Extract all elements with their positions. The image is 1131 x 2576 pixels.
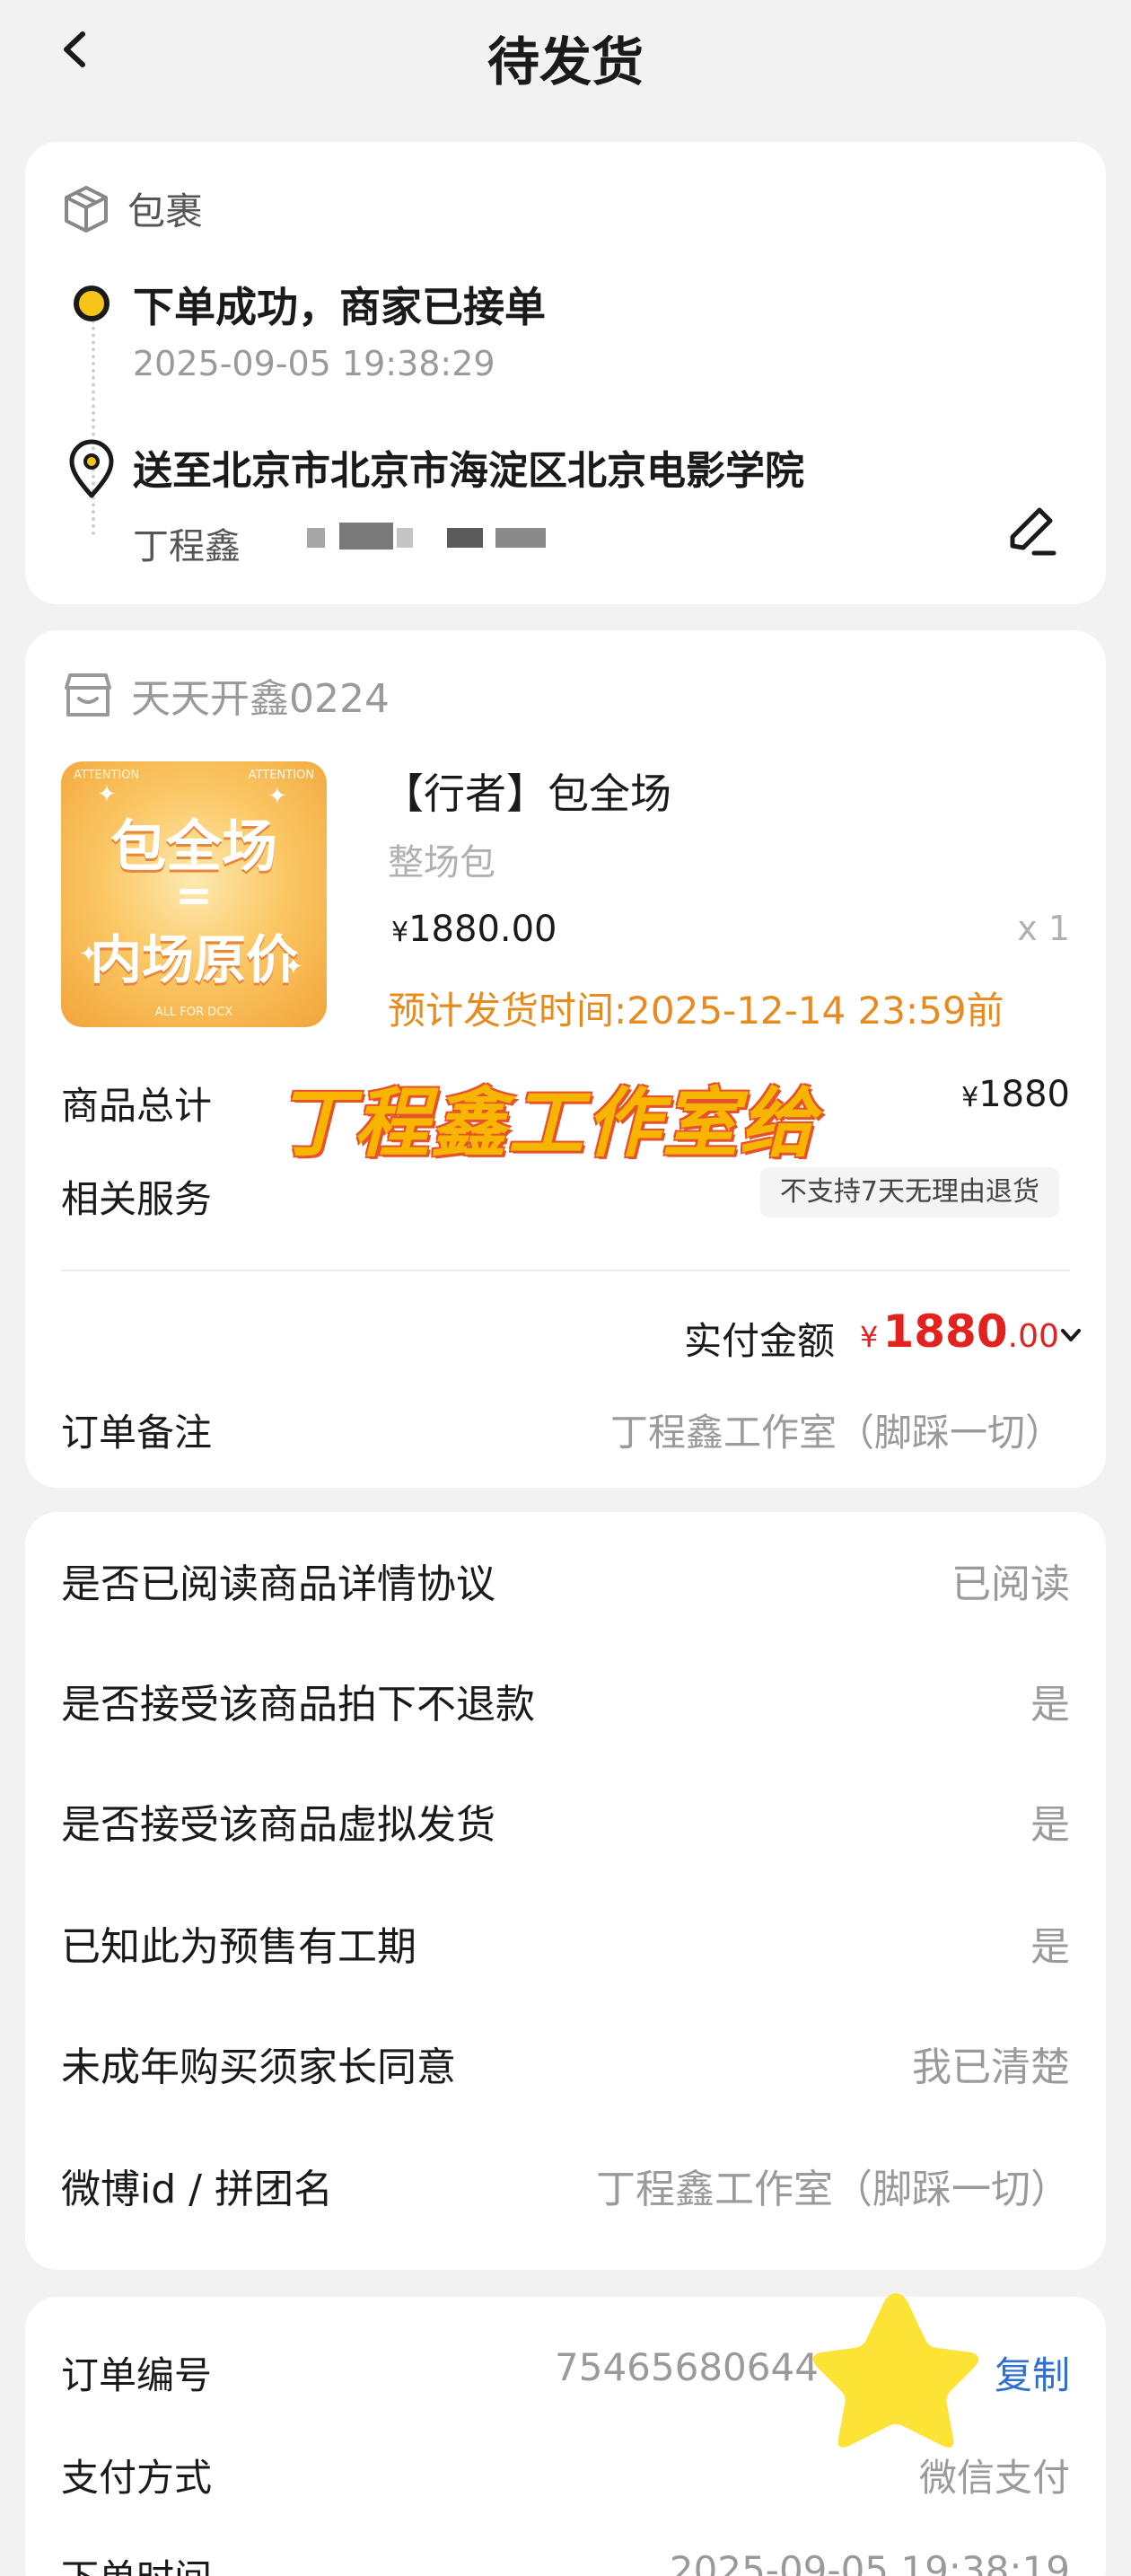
purchase-confirmations-card: 是否已阅读商品详情协议 已阅读 是否接受该商品拍下不退款 是 是否接受该商品虚拟…: [25, 1512, 1106, 2270]
estimated-ship-time: 预计发货时间:2025-12-14 23:59前: [388, 989, 1004, 1033]
qa-value: 已阅读: [951, 1561, 1070, 1607]
payment-method-value: 微信支付: [918, 2456, 1070, 2500]
status-dot-icon: [74, 286, 110, 321]
top-bar: 待发货: [0, 0, 1131, 101]
redacted-phone: [397, 528, 413, 548]
thumb-tag: ALL FOR DCX: [154, 1006, 233, 1019]
order-number-label: 订单编号: [61, 2353, 213, 2397]
qa-value: 是: [1030, 1924, 1070, 1970]
total-amount: 1880: [978, 1074, 1070, 1115]
paid-symbol: ¥: [860, 1320, 879, 1354]
chevron-down-icon[interactable]: [1057, 1322, 1084, 1349]
qa-value: 是: [1030, 1682, 1070, 1728]
qa-value: 我已清楚: [912, 2044, 1070, 2090]
price-value: 1880.00: [408, 909, 557, 950]
shop-header[interactable]: 天天开鑫0224: [61, 666, 390, 724]
qa-label: 微博id / 拼团名: [61, 2167, 333, 2212]
order-time-value: 2025-09-05 19:38:19: [669, 2548, 1070, 2576]
package-card: 包裹 下单成功，商家已接单 2025-09-05 19:38:29 送至北京市北…: [25, 142, 1106, 604]
shop-icon: [65, 673, 111, 717]
paid-amount: ¥ 1880.00: [860, 1306, 1059, 1358]
copy-button[interactable]: 复制: [995, 2345, 1070, 2400]
status-title: 下单成功，商家已接单: [133, 283, 546, 331]
order-item-card: 天天开鑫0224 ATTENTION ATTENTION ✦ ✦ ✦ ✦ 包全场…: [25, 630, 1106, 1488]
thumb-tag: ATTENTION: [74, 769, 140, 782]
order-number-value: 75465680644: [555, 2345, 819, 2389]
location-pin-icon: [69, 439, 114, 498]
qa-label: 是否接受该商品虚拟发货: [61, 1802, 495, 1848]
redacted-phone: [339, 523, 393, 549]
remark-label: 订单备注: [61, 1411, 213, 1455]
product-variant: 整场包: [388, 842, 495, 884]
qa-label: 是否已阅读商品详情协议: [61, 1561, 495, 1607]
box-icon: [65, 185, 108, 233]
paid-label: 实付金额: [684, 1319, 836, 1363]
redacted-phone: [495, 528, 546, 548]
watermark-overlay: 丁程鑫工作室给: [276, 1079, 818, 1167]
price-symbol: ¥: [391, 917, 409, 948]
page-title: 待发货: [487, 31, 644, 92]
payment-method-label: 支付方式: [61, 2456, 213, 2500]
paid-int: 1880: [882, 1306, 1008, 1358]
product-thumbnail[interactable]: ATTENTION ATTENTION ✦ ✦ ✦ ✦ 包全场 = 内场原价 A…: [61, 761, 327, 1027]
order-time-label: 下单时间: [61, 2548, 212, 2576]
edit-address-icon[interactable]: [1000, 501, 1063, 564]
status-time: 2025-09-05 19:38:29: [133, 344, 495, 383]
qa-value: 丁程鑫工作室（脚踩一切）: [596, 2167, 1070, 2212]
total-symbol: ¥: [961, 1082, 979, 1113]
redacted-phone: [447, 528, 483, 548]
product-title[interactable]: 【行者】包全场: [382, 761, 671, 821]
qa-label: 是否接受该商品拍下不退款: [61, 1682, 535, 1728]
thumb-equals: =: [175, 869, 213, 921]
star-sticker-icon: [812, 2293, 979, 2448]
product-price: ¥1880.00: [391, 909, 557, 950]
delivery-address: 送至北京市北京市海淀区北京电影学院: [133, 448, 804, 494]
package-label: 包裹: [127, 189, 204, 233]
remark-value: 丁程鑫工作室（脚踩一切）: [609, 1411, 1063, 1455]
divider: [61, 1270, 1070, 1271]
qa-label: 未成年购买须家长同意: [61, 2044, 456, 2090]
timeline-line: [92, 312, 95, 535]
thumb-line2: 内场原价: [89, 929, 298, 990]
paid-dec: .00: [1007, 1318, 1059, 1355]
qa-value: 是: [1030, 1802, 1070, 1848]
thumb-tag: ATTENTION: [248, 769, 314, 782]
service-label: 相关服务: [61, 1177, 213, 1221]
product-quantity: x 1: [1017, 909, 1070, 948]
qa-label: 已知此为预售有工期: [61, 1924, 416, 1970]
total-label: 商品总计: [61, 1084, 213, 1128]
service-badge: 不支持7天无理由退货: [759, 1167, 1059, 1218]
shop-name: 天天开鑫0224: [131, 676, 390, 722]
redacted-phone: [307, 528, 325, 548]
package-header: 包裹: [61, 181, 203, 236]
recipient-name: 丁程鑫: [133, 526, 241, 567]
total-value: ¥1880: [961, 1074, 1070, 1115]
